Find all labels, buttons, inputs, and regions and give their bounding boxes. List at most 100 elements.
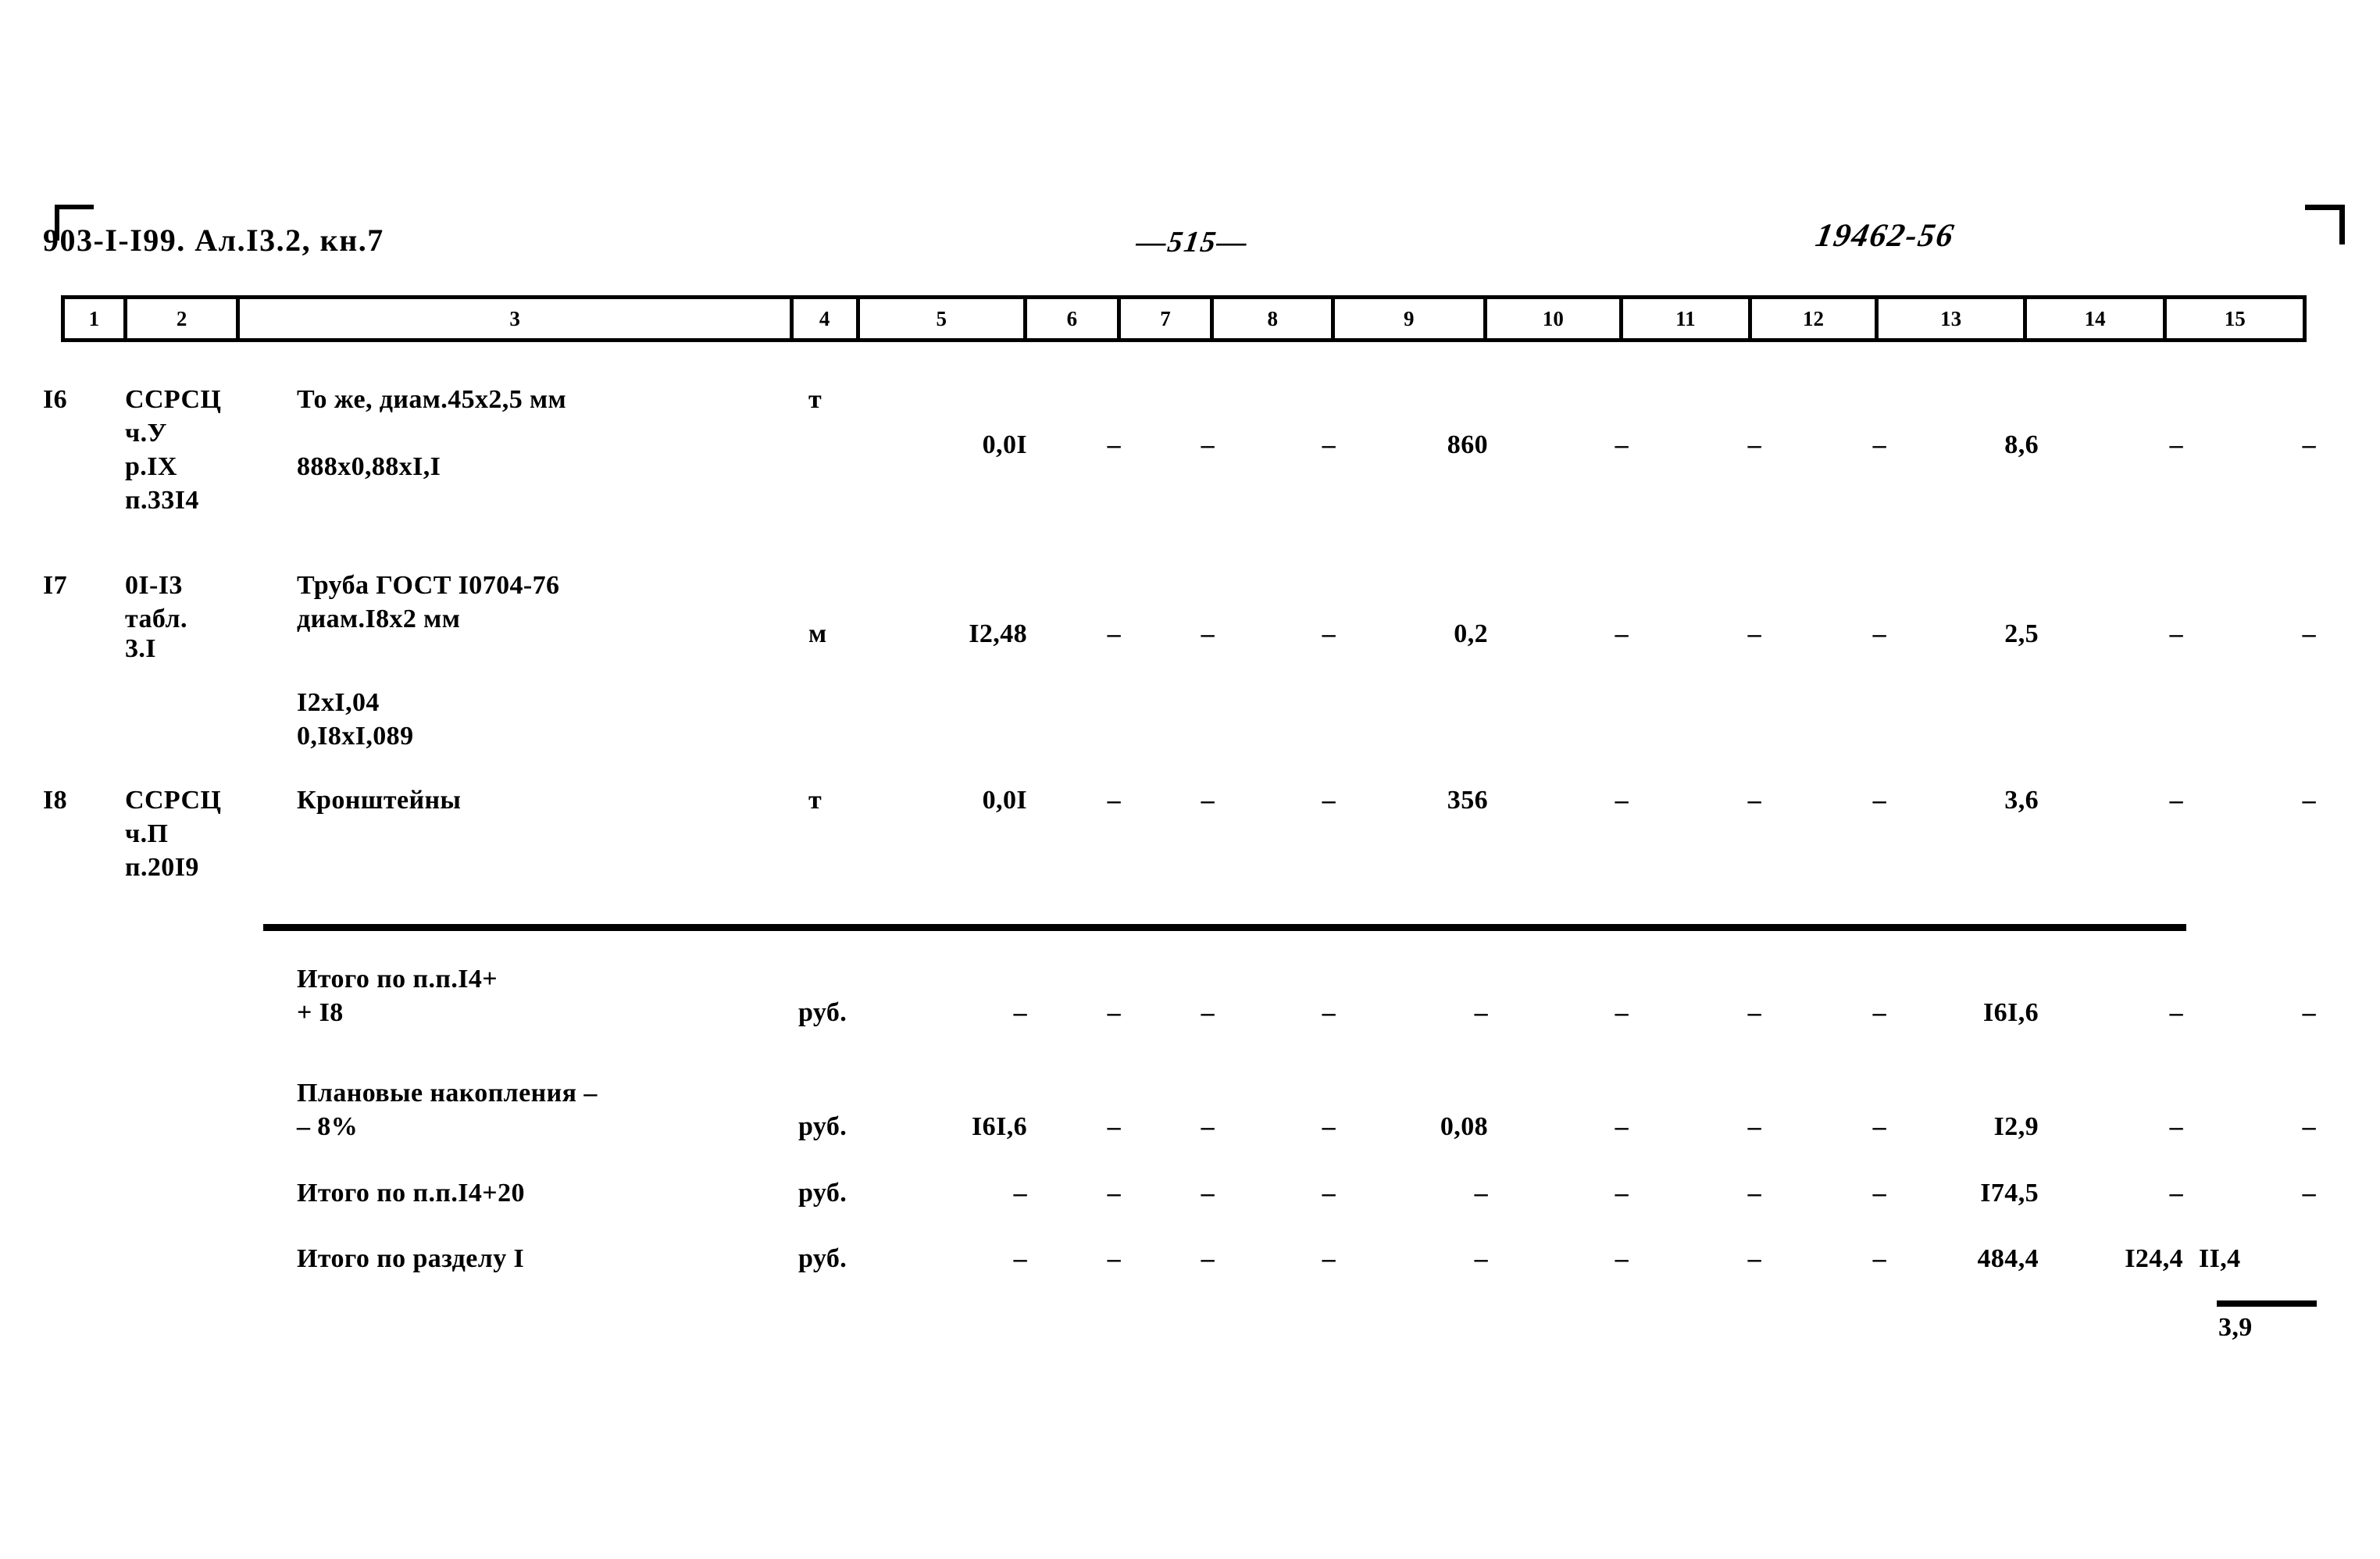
row-code-line: табл.: [125, 605, 187, 633]
row-value-col8: –: [1322, 619, 1336, 648]
summary-value-col12: –: [1872, 998, 1886, 1027]
row-value-col5: 0,0I: [982, 786, 1027, 815]
column-header-10: 10: [1487, 299, 1624, 338]
row-code-line: р.IХ: [125, 452, 177, 481]
row-value-col13: 3,6: [2004, 786, 2039, 815]
summary-value-col8: –: [1322, 1179, 1336, 1208]
row-value-col5: 0,0I: [982, 430, 1027, 459]
column-header-6: 6: [1027, 299, 1121, 338]
summary-value-col7: –: [1201, 1179, 1215, 1208]
row-number: I6: [43, 385, 68, 414]
summary-value-col8: –: [1322, 1112, 1336, 1141]
row-value-col10: –: [1615, 786, 1629, 815]
row-value-col9: 0,2: [1454, 619, 1488, 648]
fraction-rule: [2217, 1300, 2317, 1307]
summary-value-col14: I24,4: [2125, 1244, 2183, 1273]
row-value-col7: –: [1201, 619, 1215, 648]
row-code-line: 0I-I3: [125, 571, 183, 600]
summary-value-col9: –: [1474, 1179, 1488, 1208]
row-code-line: ССРСЦ: [125, 786, 222, 815]
row-code-line: ч.У: [125, 419, 167, 448]
column-header-4: 4: [794, 299, 860, 338]
document-reference-header: 903-I-I99. Ал.I3.2, кн.7: [43, 223, 384, 258]
page-number: —515—: [1134, 226, 1251, 259]
row-code-line: 3.I: [125, 634, 156, 663]
column-header-5: 5: [860, 299, 1027, 338]
summary-label-line: Итого по п.п.I4+: [297, 965, 498, 994]
row-code-line: п.20I9: [125, 853, 199, 882]
summary-value-col5: –: [1013, 998, 1027, 1027]
row-value-col9: 356: [1447, 786, 1488, 815]
row-number: I8: [43, 786, 68, 815]
row-description-line: Труба ГОСТ I0704-76: [297, 571, 560, 600]
corner-bracket-top-right: [2305, 205, 2345, 244]
summary-value-col6: –: [1107, 1112, 1121, 1141]
row-value-col12: –: [1872, 619, 1886, 648]
row-value-col6: –: [1107, 430, 1121, 459]
summary-value-col7: –: [1201, 1244, 1215, 1273]
summary-label-line: Итого по разделу I: [297, 1244, 525, 1273]
summary-value-col15: –: [2302, 1112, 2316, 1141]
row-value-col15: –: [2302, 430, 2316, 459]
column-header-2: 2: [127, 299, 241, 338]
row-value-col5: I2,48: [969, 619, 1027, 648]
summary-value-col9: 0,08: [1440, 1112, 1488, 1141]
row-value-col8: –: [1322, 786, 1336, 815]
summary-value-col13: I2,9: [1993, 1112, 2039, 1141]
summary-label-line: – 8%: [297, 1112, 359, 1141]
column-header-15: 15: [2224, 306, 2246, 330]
summary-value-col6: –: [1107, 998, 1121, 1027]
column-header-3: 3: [240, 299, 794, 338]
document-page: 903-I-I99. Ал.I3.2, кн.7 —515— 19462-56 …: [0, 0, 2380, 1559]
summary-value-col14: –: [2169, 1112, 2183, 1141]
summary-value-col13: 484,4: [1977, 1244, 2039, 1273]
summary-value-col6: –: [1107, 1244, 1121, 1273]
row-value-col11: –: [1747, 786, 1761, 815]
row-value-col13: 8,6: [2004, 430, 2039, 459]
summary-label-line: + I8: [297, 998, 344, 1027]
row-unit: м: [808, 619, 827, 648]
row-value-col14: –: [2169, 786, 2183, 815]
row-description-line: I2хI,04: [297, 688, 380, 717]
summary-value-col5: –: [1013, 1244, 1027, 1273]
summary-value-col10: –: [1615, 1244, 1629, 1273]
row-value-col12: –: [1872, 430, 1886, 459]
summary-value-col5: I6I,6: [972, 1112, 1027, 1141]
column-header-11: 11: [1623, 299, 1752, 338]
summary-value-col7: –: [1201, 998, 1215, 1027]
column-header-7: 7: [1121, 299, 1215, 338]
row-value-col10: –: [1615, 619, 1629, 648]
summary-value-col11: –: [1747, 1112, 1761, 1141]
summary-value-col15: –: [2302, 998, 2316, 1027]
row-value-col7: –: [1201, 430, 1215, 459]
row-value-col14: –: [2169, 430, 2183, 459]
row-description-line: То же, диам.45х2,5 мм: [297, 385, 567, 414]
row-value-col14: –: [2169, 619, 2183, 648]
row-description-line: 0,I8хI,089: [297, 722, 414, 751]
row-description-line: 888х0,88хI,I: [297, 452, 441, 481]
row-value-col10: –: [1615, 430, 1629, 459]
summary-value-col11: –: [1747, 998, 1761, 1027]
summary-value-col13: I74,5: [1980, 1179, 2039, 1208]
summary-value-col7: –: [1201, 1112, 1215, 1141]
summary-value-col15-numerator: II,4: [2199, 1244, 2241, 1273]
summary-label-line: Итого по п.п.I4+20: [297, 1179, 525, 1208]
summary-value-col12: –: [1872, 1244, 1886, 1273]
archive-number: 19462-56: [1812, 218, 1958, 254]
row-value-col7: –: [1201, 786, 1215, 815]
row-value-col12: –: [1872, 786, 1886, 815]
summary-value-col8: –: [1322, 1244, 1336, 1273]
row-code-line: ССРСЦ: [125, 385, 222, 414]
row-value-col11: –: [1747, 619, 1761, 648]
column-header-8: 8: [1214, 299, 1336, 338]
summary-value-col10: –: [1615, 998, 1629, 1027]
summary-value-col12: –: [1872, 1112, 1886, 1141]
summary-value-col9: –: [1474, 1244, 1488, 1273]
summary-value-col13: I6I,6: [1983, 998, 2039, 1027]
summary-value-col6: –: [1107, 1179, 1121, 1208]
summary-unit: руб.: [798, 998, 847, 1027]
summary-value-col9: –: [1474, 998, 1488, 1027]
summary-value-col5: –: [1013, 1179, 1027, 1208]
summary-value-col14: –: [2169, 1179, 2183, 1208]
row-number: I7: [43, 571, 68, 600]
